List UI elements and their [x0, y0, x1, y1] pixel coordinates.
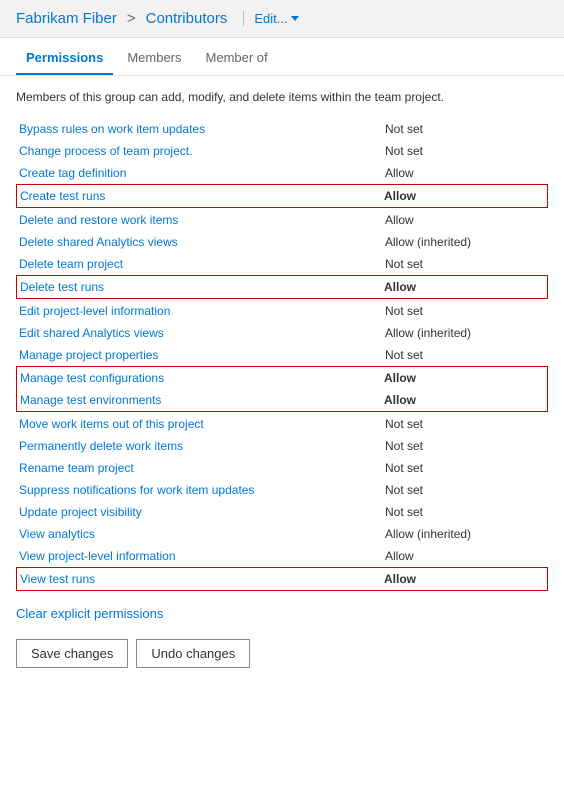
- table-row: View test runsAllow: [17, 568, 547, 590]
- tab-member-of[interactable]: Member of: [196, 42, 278, 75]
- tab-members[interactable]: Members: [117, 42, 191, 75]
- highlighted-permission-group: View test runsAllow: [16, 567, 548, 591]
- permission-value: Allow: [385, 549, 545, 563]
- clear-explicit-permissions-link[interactable]: Clear explicit permissions: [16, 606, 163, 621]
- table-row: Create tag definitionAllow: [16, 162, 548, 184]
- permission-value: Not set: [385, 304, 545, 318]
- permission-name[interactable]: Rename team project: [19, 461, 385, 475]
- permission-value: Not set: [385, 417, 545, 431]
- permission-value: Not set: [385, 348, 545, 362]
- permission-name[interactable]: View analytics: [19, 527, 385, 541]
- permission-name[interactable]: View test runs: [20, 572, 384, 586]
- permission-value: Allow: [385, 166, 545, 180]
- table-row: Move work items out of this projectNot s…: [16, 413, 548, 435]
- permission-name[interactable]: Edit shared Analytics views: [19, 326, 385, 340]
- permission-value: Allow: [384, 280, 544, 294]
- breadcrumb-separator: >: [127, 10, 136, 27]
- breadcrumb-part2[interactable]: Contributors: [146, 10, 228, 27]
- permission-name[interactable]: Update project visibility: [19, 505, 385, 519]
- permission-value: Allow: [384, 371, 544, 385]
- permission-value: Not set: [385, 122, 545, 136]
- permission-value: Allow (inherited): [385, 326, 545, 340]
- permission-name[interactable]: View project-level information: [19, 549, 385, 563]
- permission-name[interactable]: Create tag definition: [19, 166, 385, 180]
- permission-name[interactable]: Change process of team project.: [19, 144, 385, 158]
- permissions-list: Bypass rules on work item updatesNot set…: [16, 118, 548, 591]
- permission-name[interactable]: Delete shared Analytics views: [19, 235, 385, 249]
- table-row: Update project visibilityNot set: [16, 501, 548, 523]
- permission-name[interactable]: Manage test configurations: [20, 371, 384, 385]
- table-row: Permanently delete work itemsNot set: [16, 435, 548, 457]
- table-row: Suppress notifications for work item upd…: [16, 479, 548, 501]
- table-row: Manage test configurationsAllow: [17, 367, 547, 389]
- permission-name[interactable]: Move work items out of this project: [19, 417, 385, 431]
- table-row: Edit shared Analytics viewsAllow (inheri…: [16, 322, 548, 344]
- breadcrumb-part1[interactable]: Fabrikam Fiber: [16, 10, 117, 27]
- table-row: Delete and restore work itemsAllow: [16, 209, 548, 231]
- edit-dropdown-button[interactable]: Edit...: [243, 11, 298, 26]
- permission-name[interactable]: Delete team project: [19, 257, 385, 271]
- permission-value: Not set: [385, 461, 545, 475]
- permission-value: Not set: [385, 257, 545, 271]
- permission-name[interactable]: Delete and restore work items: [19, 213, 385, 227]
- permission-value: Allow: [384, 393, 544, 407]
- group-description: Members of this group can add, modify, a…: [16, 88, 548, 106]
- undo-changes-button[interactable]: Undo changes: [136, 639, 250, 668]
- table-row: Delete team projectNot set: [16, 253, 548, 275]
- table-row: Rename team projectNot set: [16, 457, 548, 479]
- permission-name[interactable]: Manage project properties: [19, 348, 385, 362]
- chevron-down-icon: [291, 16, 299, 21]
- table-row: Manage project propertiesNot set: [16, 344, 548, 366]
- table-row: Delete test runsAllow: [17, 276, 547, 298]
- permission-name[interactable]: Suppress notifications for work item upd…: [19, 483, 385, 497]
- permission-name[interactable]: Delete test runs: [20, 280, 384, 294]
- edit-label: Edit...: [254, 11, 287, 26]
- permission-value: Allow: [385, 213, 545, 227]
- permission-name[interactable]: Edit project-level information: [19, 304, 385, 318]
- permission-value: Not set: [385, 505, 545, 519]
- action-buttons: Save changes Undo changes: [16, 639, 548, 668]
- table-row: Manage test environmentsAllow: [17, 389, 547, 411]
- table-row: Delete shared Analytics viewsAllow (inhe…: [16, 231, 548, 253]
- tab-permissions[interactable]: Permissions: [16, 42, 113, 75]
- table-row: View project-level informationAllow: [16, 545, 548, 567]
- permission-value: Allow (inherited): [385, 235, 545, 249]
- tab-bar: PermissionsMembersMember of: [0, 42, 564, 76]
- main-content: Members of this group can add, modify, a…: [0, 76, 564, 680]
- permission-value: Allow: [384, 572, 544, 586]
- highlighted-permission-group: Create test runsAllow: [16, 184, 548, 208]
- permission-value: Not set: [385, 439, 545, 453]
- permission-name[interactable]: Manage test environments: [20, 393, 384, 407]
- permission-value: Not set: [385, 144, 545, 158]
- highlighted-permission-group: Delete test runsAllow: [16, 275, 548, 299]
- permission-value: Not set: [385, 483, 545, 497]
- permission-value: Allow (inherited): [385, 527, 545, 541]
- table-row: Create test runsAllow: [17, 185, 547, 207]
- permission-name[interactable]: Create test runs: [20, 189, 384, 203]
- table-row: Edit project-level informationNot set: [16, 300, 548, 322]
- table-row: View analyticsAllow (inherited): [16, 523, 548, 545]
- header: Fabrikam Fiber > Contributors Edit...: [0, 0, 564, 38]
- permission-value: Allow: [384, 189, 544, 203]
- save-changes-button[interactable]: Save changes: [16, 639, 128, 668]
- permission-name[interactable]: Bypass rules on work item updates: [19, 122, 385, 136]
- highlighted-permission-group: Manage test configurationsAllowManage te…: [16, 366, 548, 412]
- table-row: Bypass rules on work item updatesNot set: [16, 118, 548, 140]
- permission-name[interactable]: Permanently delete work items: [19, 439, 385, 453]
- table-row: Change process of team project.Not set: [16, 140, 548, 162]
